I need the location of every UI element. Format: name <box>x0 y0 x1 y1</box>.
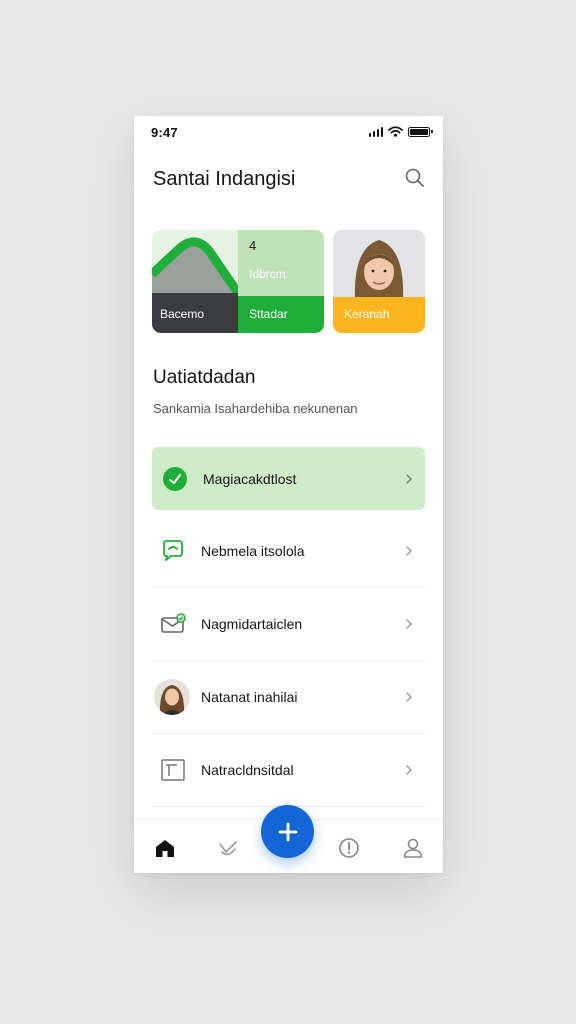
page-title: Santai Indangisi <box>153 168 296 190</box>
search-icon <box>405 168 424 187</box>
signal-icon <box>368 126 383 137</box>
home-icon <box>156 840 174 857</box>
feature-card-photo[interactable]: Keranah <box>333 230 425 333</box>
heart-hand-icon <box>219 841 237 856</box>
profile-icon <box>403 838 423 858</box>
chevron-right-icon <box>406 619 412 629</box>
chevron-right-icon <box>406 473 412 484</box>
list-item[interactable]: Nagmidartaiclen <box>152 588 425 661</box>
person-photo <box>354 240 404 300</box>
section-title: Uatiatdadan <box>153 367 256 388</box>
chevron-right-icon <box>406 765 412 775</box>
card-label-right: Sttadar <box>249 307 288 321</box>
list-item[interactable]: Natracldnsitdal <box>152 734 425 807</box>
menu-list: Magiacakdtlost Nebmela itsolola Nagmidar… <box>152 447 425 807</box>
feature-card-wide[interactable]: Bacemo 4 Idbrcm Sttadar <box>152 230 324 333</box>
tab-home[interactable] <box>153 836 177 860</box>
tab-alerts[interactable] <box>337 836 361 860</box>
add-icon <box>278 822 297 841</box>
add-button[interactable] <box>261 805 314 858</box>
frame-icon <box>161 759 185 781</box>
tab-favorites[interactable] <box>216 836 240 860</box>
chat-bubble-icon <box>163 540 183 561</box>
chevron-right-icon <box>406 546 412 556</box>
list-item[interactable]: Nebmela itsolola <box>152 515 425 588</box>
mail-icon <box>161 613 186 633</box>
avatar <box>154 679 190 715</box>
list-item-label: Natanat inahilai <box>201 689 298 705</box>
phone-screen: 9:47 Santai Indangisi Bacemo 4 Idbrcm St… <box>134 116 443 873</box>
list-item[interactable]: Natanat inahilai <box>152 661 425 734</box>
card-number: 4 <box>249 238 257 253</box>
card-label-mid: Idbrcm <box>249 267 286 281</box>
chevron-right-icon <box>406 692 412 702</box>
status-bar: 9:47 <box>134 116 443 150</box>
status-icons <box>368 126 433 137</box>
wifi-icon <box>388 126 403 137</box>
battery-icon <box>408 126 433 137</box>
list-item-label: Natracldnsitdal <box>201 762 294 778</box>
feature-cards: Bacemo 4 Idbrcm Sttadar Keranah <box>152 230 425 334</box>
search-button[interactable] <box>403 166 427 190</box>
alert-icon <box>339 838 359 858</box>
check-circle-icon <box>163 466 187 491</box>
list-item-label: Nagmidartaiclen <box>201 616 303 632</box>
list-item-label: Magiacakdtlost <box>203 470 297 487</box>
tab-profile[interactable] <box>401 836 425 860</box>
list-item[interactable]: Magiacakdtlost <box>152 447 425 510</box>
card-label-left: Bacemo <box>160 307 205 321</box>
section-subtitle: Sankamia Isahardehiba nekunenan <box>153 401 358 416</box>
list-item-label: Nebmela itsolola <box>201 543 305 559</box>
status-time: 9:47 <box>151 125 178 140</box>
card-label-photo: Keranah <box>344 307 390 321</box>
mountain-graphic <box>152 237 238 293</box>
